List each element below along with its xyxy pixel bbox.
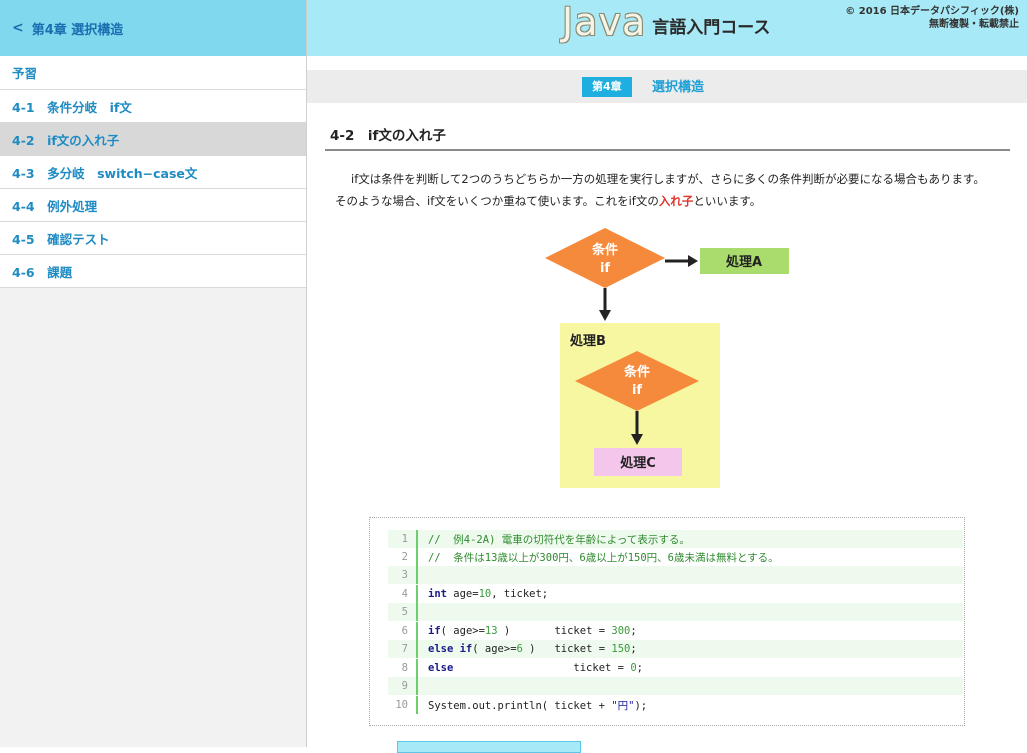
section-divider <box>325 149 1010 151</box>
arrow-head-down-1 <box>599 310 611 321</box>
copyright-line1: © 2016 日本データパシフィック(株) <box>845 6 1019 17</box>
logo-java: Java <box>562 0 647 44</box>
condition-diamond-1 <box>545 228 665 288</box>
code-line: 6 if( age>=13 ) ticket = 300; <box>388 622 963 640</box>
sidebar-item-4-6[interactable]: 4-6 課題 <box>0 255 306 288</box>
paragraph-highlight: 入れ子 <box>658 194 694 208</box>
process-b-label: 処理B <box>569 333 606 349</box>
line-number: 9 <box>388 677 418 695</box>
line-number: 8 <box>388 659 418 677</box>
code-text: System.out.println( ticket + "円"); <box>428 699 648 712</box>
chapter-title: 選択構造 <box>652 80 705 95</box>
sidebar-item-label: 予習 <box>12 66 38 81</box>
line-number: 10 <box>388 696 418 714</box>
chapter-badge: 第4章 <box>582 77 632 97</box>
code-line: 1 // 例4-2A) 電車の切符代を年齢によって表示する。 <box>388 530 963 548</box>
logo-course: 言語入門コース <box>652 18 771 38</box>
nested-if-flowchart: 条件 if 処理A 処理B 条件 if 処理C <box>545 228 789 488</box>
code-text: else ticket = 0; <box>428 662 643 674</box>
sidebar-item-4-2[interactable]: 4-2 if文の入れ子 <box>0 123 306 156</box>
header-bar: Java 言語入門コース © 2016 日本データパシフィック(株) 無断複製・… <box>307 0 1027 56</box>
code-line: 10 System.out.println( ticket + "円"); <box>388 696 963 714</box>
sidebar-item-4-4[interactable]: 4-4 例外処理 <box>0 189 306 222</box>
next-button[interactable] <box>397 741 581 753</box>
code-line: 9 <box>388 677 963 695</box>
copyright: © 2016 日本データパシフィック(株) 無断複製・転載禁止 <box>845 5 1019 31</box>
cond1-line2: if <box>600 261 610 276</box>
sidebar-item-label: 4-5 確認テスト <box>12 231 110 247</box>
line-number: 4 <box>388 585 418 603</box>
sidebar-item-label: 4-3 多分岐 switch−case文 <box>12 165 198 181</box>
code-text: int age=10, ticket; <box>428 588 549 600</box>
code-line: 5 <box>388 603 963 621</box>
course-logo: Java 言語入門コース <box>562 2 770 42</box>
paragraph-text-end: といいます。 <box>693 194 762 208</box>
process-a-label: 処理A <box>725 254 762 270</box>
code-text: // 例4-2A) 電車の切符代を年齢によって表示する。 <box>428 533 690 546</box>
sidebar-item-4-3[interactable]: 4-3 多分岐 switch−case文 <box>0 156 306 189</box>
code-text: else if( age>=6 ) ticket = 150; <box>428 643 637 655</box>
code-text: if( age>=13 ) ticket = 300; <box>428 625 637 637</box>
line-number: 7 <box>388 640 418 658</box>
chevron-left-icon: < <box>12 20 24 36</box>
sidebar-item-label: 4-2 if文の入れ子 <box>12 132 120 148</box>
line-number: 5 <box>388 603 418 621</box>
code-text: // 条件は13歳以上が300円、6歳以上が150円、6歳未満は無料とする。 <box>428 551 779 564</box>
arrow-head-a <box>688 255 698 267</box>
copyright-line2: 無断複製・転載禁止 <box>929 19 1019 30</box>
sidebar-item-preview[interactable]: 予習 <box>0 56 306 90</box>
code-line: 4 int age=10, ticket; <box>388 585 963 603</box>
back-label: 第4章 選択構造 <box>31 22 124 38</box>
sidebar-item-4-1[interactable]: 4-1 条件分岐 if文 <box>0 90 306 123</box>
sidebar-item-label: 4-4 例外処理 <box>12 198 98 214</box>
section-title: 4-2 if文の入れ子 <box>330 128 446 144</box>
sidebar-item-4-5[interactable]: 4-5 確認テスト <box>0 222 306 255</box>
sidebar-item-label: 4-1 条件分岐 if文 <box>12 99 132 115</box>
back-to-chapter-button[interactable]: < 第4章 選択構造 <box>0 0 306 56</box>
line-number: 2 <box>388 548 418 566</box>
sidebar: < 第4章 選択構造 予習 4-1 条件分岐 if文 4-2 if文の入れ子 4… <box>0 0 307 747</box>
line-number: 3 <box>388 566 418 584</box>
cond1-line1: 条件 <box>592 242 618 258</box>
code-block: 1 // 例4-2A) 電車の切符代を年齢によって表示する。 2 // 条件は13歳… <box>369 517 965 726</box>
line-number: 6 <box>388 622 418 640</box>
code-line: 8 else ticket = 0; <box>388 659 963 677</box>
code-line: 2 // 条件は13歳以上が300円、6歳以上が150円、6歳未満は無料とする。 <box>388 548 963 566</box>
cond2-line2: if <box>632 383 642 398</box>
cond2-line1: 条件 <box>624 364 650 380</box>
code-line: 3 <box>388 566 963 584</box>
code-line: 7 else if( age>=6 ) ticket = 150; <box>388 640 963 658</box>
line-number: 1 <box>388 530 418 548</box>
process-c-label: 処理C <box>619 455 656 471</box>
sidebar-item-label: 4-6 課題 <box>12 264 73 280</box>
section-paragraph: if文は条件を判断して2つのうちどちらか一方の処理を実行しますが、さらに多くの条… <box>335 168 1000 212</box>
